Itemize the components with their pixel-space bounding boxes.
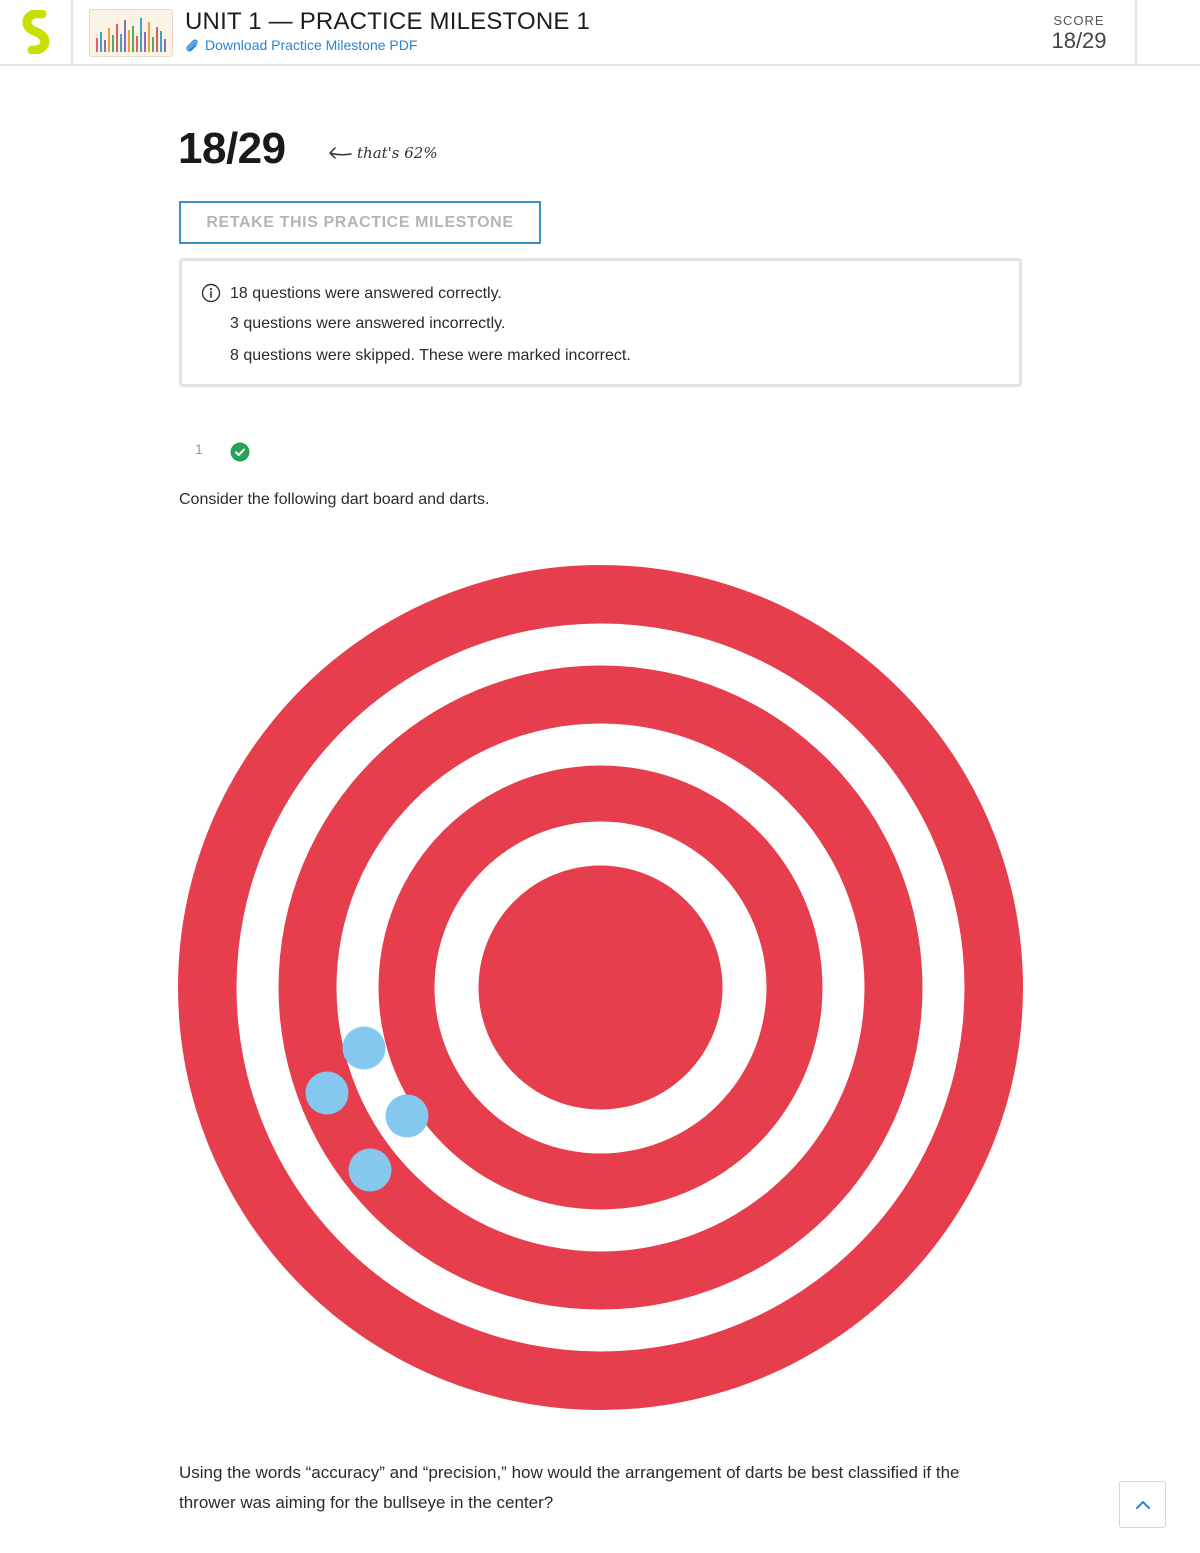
download-pdf-label: Download Practice Milestone PDF: [205, 37, 418, 53]
percent-note-text: that's 62%: [357, 144, 438, 162]
sophia-logo-icon[interactable]: [18, 10, 54, 54]
retake-milestone-button[interactable]: RETAKE THIS PRACTICE MILESTONE: [179, 201, 541, 244]
score-label: SCORE: [1053, 13, 1105, 28]
dart: [342, 1026, 386, 1070]
bar-art-icon: [96, 18, 166, 52]
question-prompt: Using the words “accuracy” and “precisio…: [179, 1463, 960, 1512]
summary-correct: 18 questions were answered correctly.: [230, 285, 502, 302]
header-divider-right: [1135, 0, 1137, 64]
question-text: Consider the following dart board and da…: [179, 491, 490, 508]
curved-arrow-left-icon: [329, 147, 352, 159]
top-header: UNIT 1 — PRACTICE MILESTONE 1 Download P…: [0, 0, 1200, 66]
dartboard-image: [178, 565, 1023, 1410]
score-value: 18/29: [1051, 28, 1107, 53]
dart: [348, 1148, 392, 1192]
percent-note: that's 62%: [327, 144, 438, 162]
question-number: 1: [195, 441, 203, 457]
dartboard-rings: [178, 565, 1023, 1410]
unit-title: UNIT 1 — PRACTICE MILESTONE 1: [185, 8, 590, 35]
info-icon: [201, 283, 221, 303]
dart: [305, 1071, 349, 1115]
summary-skipped: 8 questions were skipped. These were mar…: [230, 347, 631, 364]
bullseye: [478, 865, 723, 1110]
course-thumbnail: [89, 9, 173, 57]
chevron-up-icon: [1135, 1500, 1150, 1509]
paperclip-icon: [186, 39, 198, 52]
summary-incorrect: 3 questions were answered incorrectly.: [230, 315, 506, 332]
result-score: 18/29: [178, 124, 286, 173]
download-pdf-link[interactable]: Download Practice Milestone PDF: [185, 37, 417, 53]
correct-check-icon: [230, 442, 250, 462]
results-summary-box: 18 questions were answered correctly. 3 …: [179, 258, 1022, 387]
dart: [385, 1094, 429, 1138]
header-divider: [71, 0, 73, 64]
scroll-to-top-button[interactable]: [1119, 1481, 1166, 1528]
